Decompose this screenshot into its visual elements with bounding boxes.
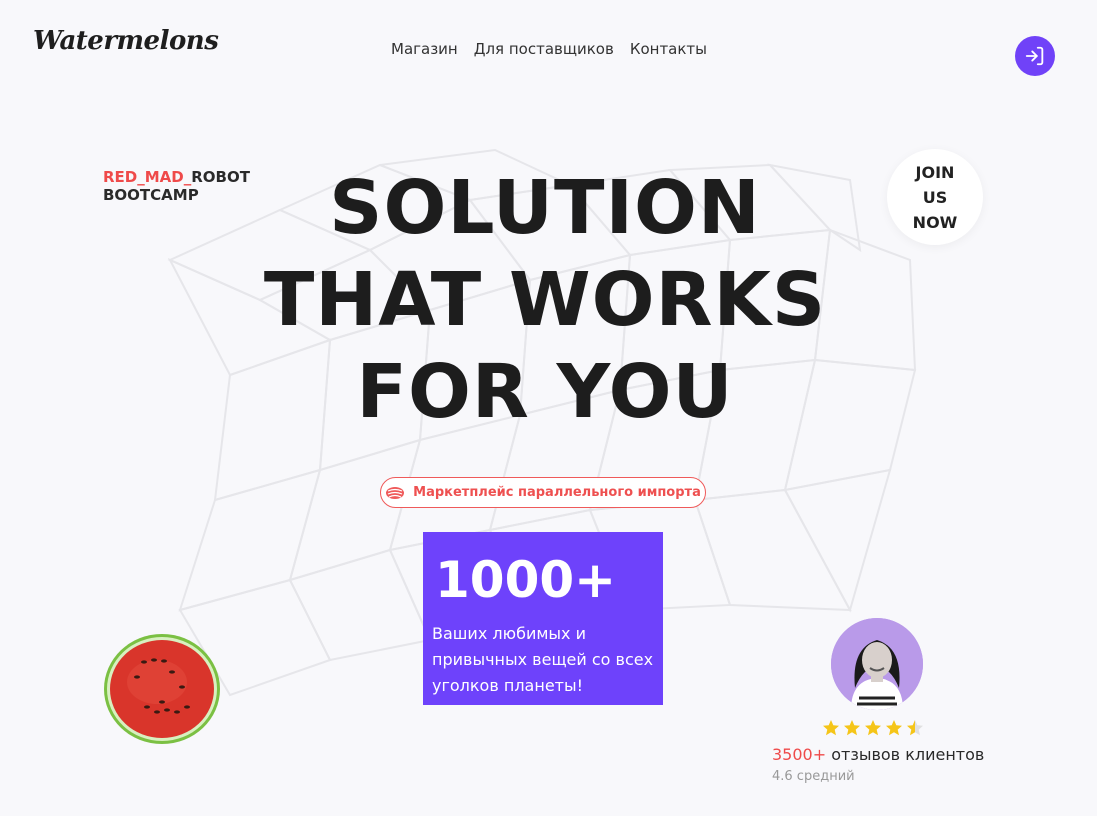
stat-number: 1000+ xyxy=(435,551,617,609)
hero-line1: SOLUTION xyxy=(329,165,761,251)
marketplace-badge-label: Маркетплейс параллельного импорта xyxy=(413,485,701,500)
hero-title: SOLUTION THAT WORKS FOR YOU xyxy=(200,162,890,438)
join-us-button[interactable]: JOIN US NOW xyxy=(887,149,983,245)
main-nav: Магазин Для поставщиков Контакты xyxy=(391,40,707,58)
join-line1: JOIN xyxy=(915,162,955,182)
star-icon xyxy=(886,720,902,736)
hero-line2: THAT WORKS xyxy=(263,257,827,343)
login-button[interactable] xyxy=(1015,36,1055,76)
stat-card: 1000+ Ваших любимых и привычных вещей со… xyxy=(423,532,663,705)
brand-tag-red: RED_MAD_ xyxy=(103,168,192,186)
join-line3: NOW xyxy=(912,212,958,232)
hero-line3: FOR YOU xyxy=(356,349,734,435)
rating-average: 4.6 средний xyxy=(772,769,855,784)
star-icon xyxy=(907,720,923,736)
customer-avatar xyxy=(831,618,923,710)
nav-item-contacts[interactable]: Контакты xyxy=(630,40,707,58)
star-icon xyxy=(865,720,881,736)
watermelon-image xyxy=(104,634,220,744)
site-logo[interactable]: Watermelons xyxy=(33,26,219,56)
star-icon xyxy=(844,720,860,736)
person-icon xyxy=(831,618,923,710)
star-icon xyxy=(823,720,839,736)
rating-stars xyxy=(822,719,924,737)
marketplace-badge: Маркетплейс параллельного импорта xyxy=(380,477,706,508)
stat-description: Ваших любимых и привычных вещей со всех … xyxy=(432,624,654,695)
join-line2: US xyxy=(922,187,948,207)
watermelon-slice-icon xyxy=(386,486,405,499)
nav-item-shop[interactable]: Магазин xyxy=(391,40,458,58)
nav-item-suppliers[interactable]: Для поставщиков xyxy=(474,40,614,58)
reviews-label: отзывов клиентов xyxy=(826,745,985,764)
reviews-count: 3500+ xyxy=(772,745,827,764)
login-icon xyxy=(1025,46,1044,66)
reviews-summary: 3500+ отзывов клиентов xyxy=(772,745,984,764)
